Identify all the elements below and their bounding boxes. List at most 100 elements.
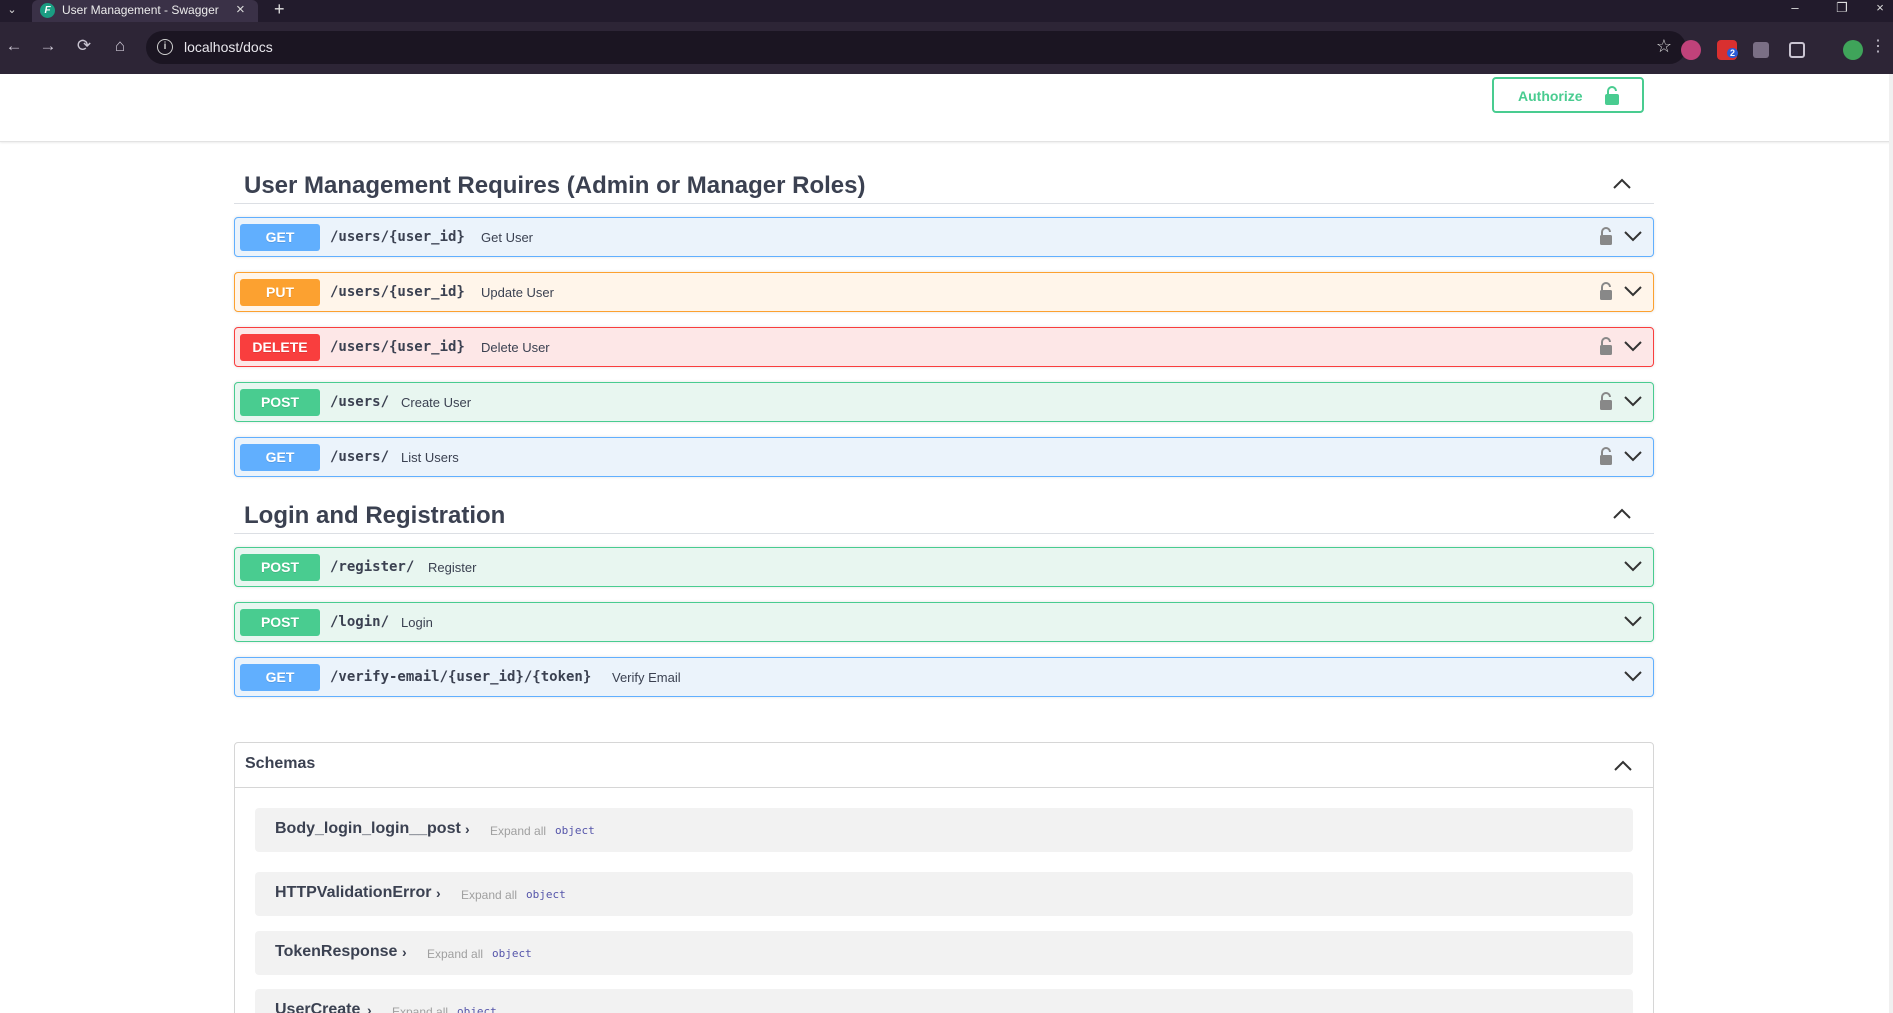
- back-icon[interactable]: ←: [2, 36, 26, 56]
- menu-kebab-icon[interactable]: ⋮: [1866, 36, 1890, 56]
- operation-update-user[interactable]: PUT /users/{user_id} Update User: [234, 272, 1654, 312]
- chevron-down-icon[interactable]: [1623, 450, 1643, 462]
- method-badge: DELETE: [240, 334, 320, 361]
- lock-icon[interactable]: [1599, 391, 1613, 411]
- expand-all-button[interactable]: Expand all: [461, 888, 517, 902]
- extension-arrow-icon[interactable]: [1753, 42, 1769, 58]
- chevron-down-icon[interactable]: [1623, 560, 1643, 572]
- page-scrollbar[interactable]: [1889, 74, 1893, 1013]
- schema-model[interactable]: TokenResponse › Expand all object: [255, 931, 1633, 975]
- chevron-down-icon[interactable]: [1623, 670, 1643, 682]
- authorize-label: Authorize: [1518, 88, 1583, 104]
- home-icon[interactable]: ⌂: [108, 36, 132, 56]
- model-name[interactable]: UserCreate: [275, 1001, 360, 1013]
- chevron-right-icon[interactable]: ›: [402, 944, 407, 960]
- address-bar[interactable]: i localhost/docs ☆: [146, 31, 1686, 64]
- extension-badge-icon[interactable]: 2: [1717, 40, 1739, 60]
- method-badge: GET: [240, 224, 320, 251]
- operation-login[interactable]: POST /login/ Login: [234, 602, 1654, 642]
- operation-summary: Register: [428, 560, 477, 575]
- tab-search-chevron-icon[interactable]: ⌄: [0, 0, 24, 22]
- operation-get-user[interactable]: GET /users/{user_id} Get User: [234, 217, 1654, 257]
- chevron-right-icon[interactable]: ›: [367, 1002, 372, 1013]
- chevron-down-icon[interactable]: [1623, 340, 1643, 352]
- new-tab-icon[interactable]: +: [274, 0, 285, 20]
- url-text[interactable]: localhost/docs: [184, 39, 273, 55]
- tag-header-login-registration[interactable]: Login and Registration: [234, 492, 1654, 534]
- scheme-container: Authorize: [0, 74, 1893, 142]
- model-name[interactable]: TokenResponse: [275, 943, 397, 961]
- site-info-icon[interactable]: i: [157, 39, 173, 55]
- tab-title: User Management - Swagger UI: [62, 3, 222, 17]
- close-window-icon[interactable]: ×: [1868, 0, 1892, 16]
- expand-all-button[interactable]: Expand all: [427, 947, 483, 961]
- schema-model[interactable]: Body_login_login__post › Expand all obje…: [255, 808, 1633, 852]
- chevron-right-icon[interactable]: ›: [436, 885, 441, 901]
- operation-summary: Create User: [401, 395, 472, 410]
- minimize-icon[interactable]: –: [1780, 0, 1810, 16]
- forward-icon[interactable]: →: [36, 36, 60, 56]
- reload-icon[interactable]: ⟳: [72, 36, 96, 56]
- operation-summary: Login: [401, 615, 433, 630]
- method-badge: PUT: [240, 279, 320, 306]
- tag-header-user-management[interactable]: User Management Requires (Admin or Manag…: [234, 162, 1654, 204]
- bookmark-star-icon[interactable]: ☆: [1656, 36, 1672, 57]
- authorize-button[interactable]: Authorize: [1492, 77, 1644, 113]
- operation-summary: Get User: [481, 230, 534, 245]
- schemas-header[interactable]: Schemas: [235, 743, 1653, 788]
- method-badge: POST: [240, 609, 320, 636]
- lock-icon[interactable]: [1599, 446, 1613, 466]
- method-badge: GET: [240, 664, 320, 691]
- restore-icon[interactable]: ❐: [1827, 0, 1857, 16]
- schema-model[interactable]: UserCreate › Expand all object: [255, 989, 1633, 1013]
- operation-path: /users/: [330, 394, 390, 410]
- chevron-right-icon[interactable]: ›: [465, 821, 470, 837]
- operation-path: /users/{user_id}: [330, 229, 465, 245]
- operation-delete-user[interactable]: DELETE /users/{user_id} Delete User: [234, 327, 1654, 367]
- chevron-down-icon[interactable]: [1623, 615, 1643, 627]
- extensions-puzzle-icon[interactable]: [1789, 42, 1805, 58]
- extension-compass-icon[interactable]: [1681, 40, 1701, 60]
- lock-icon[interactable]: [1599, 336, 1613, 356]
- chevron-up-icon[interactable]: [1613, 758, 1633, 772]
- schema-model[interactable]: HTTPValidationError › Expand all object: [255, 872, 1633, 916]
- chevron-down-icon[interactable]: [1623, 230, 1643, 242]
- operation-path: /register/: [330, 559, 415, 575]
- operation-verify-email[interactable]: GET /verify-email/{user_id}/{token} Veri…: [234, 657, 1654, 697]
- schemas-section: Schemas Body_login_login__post › Expand …: [234, 742, 1654, 1013]
- operation-path: /verify-email/{user_id}/{token}: [330, 669, 592, 685]
- lock-open-icon: [1605, 86, 1619, 105]
- lock-icon[interactable]: [1599, 226, 1613, 246]
- profile-avatar-icon[interactable]: [1843, 40, 1863, 60]
- model-name[interactable]: HTTPValidationError: [275, 884, 431, 902]
- operation-list-users[interactable]: GET /users/ List Users: [234, 437, 1654, 477]
- model-type: object: [457, 1005, 497, 1013]
- operation-summary: List Users: [401, 450, 459, 465]
- method-badge: POST: [240, 554, 320, 581]
- tab-close-icon[interactable]: ×: [236, 1, 245, 18]
- method-badge: POST: [240, 389, 320, 416]
- model-name[interactable]: Body_login_login__post: [275, 820, 461, 838]
- model-type: object: [526, 888, 566, 901]
- model-type: object: [492, 947, 532, 960]
- expand-all-button[interactable]: Expand all: [490, 824, 546, 838]
- operation-path: /users/{user_id}: [330, 284, 465, 300]
- chevron-down-icon[interactable]: [1623, 395, 1643, 407]
- operation-summary: Delete User: [481, 340, 550, 355]
- tag-title: User Management Requires (Admin or Manag…: [244, 172, 866, 199]
- operation-create-user[interactable]: POST /users/ Create User: [234, 382, 1654, 422]
- lock-icon[interactable]: [1599, 281, 1613, 301]
- operation-path: /login/: [330, 614, 390, 630]
- fastapi-favicon-icon: F: [40, 3, 55, 18]
- model-type: object: [555, 824, 595, 837]
- chevron-down-icon[interactable]: [1623, 285, 1643, 297]
- browser-tab[interactable]: F User Management - Swagger UI ×: [32, 0, 258, 22]
- operation-path: /users/{user_id}: [330, 339, 465, 355]
- expand-all-button[interactable]: Expand all: [392, 1005, 448, 1013]
- operation-register[interactable]: POST /register/ Register: [234, 547, 1654, 587]
- chevron-up-icon[interactable]: [1612, 176, 1632, 190]
- swagger-page: Authorize User Management Requires (Admi…: [0, 74, 1893, 1013]
- chevron-up-icon[interactable]: [1612, 506, 1632, 520]
- operation-summary: Verify Email: [612, 670, 681, 685]
- method-badge: GET: [240, 444, 320, 471]
